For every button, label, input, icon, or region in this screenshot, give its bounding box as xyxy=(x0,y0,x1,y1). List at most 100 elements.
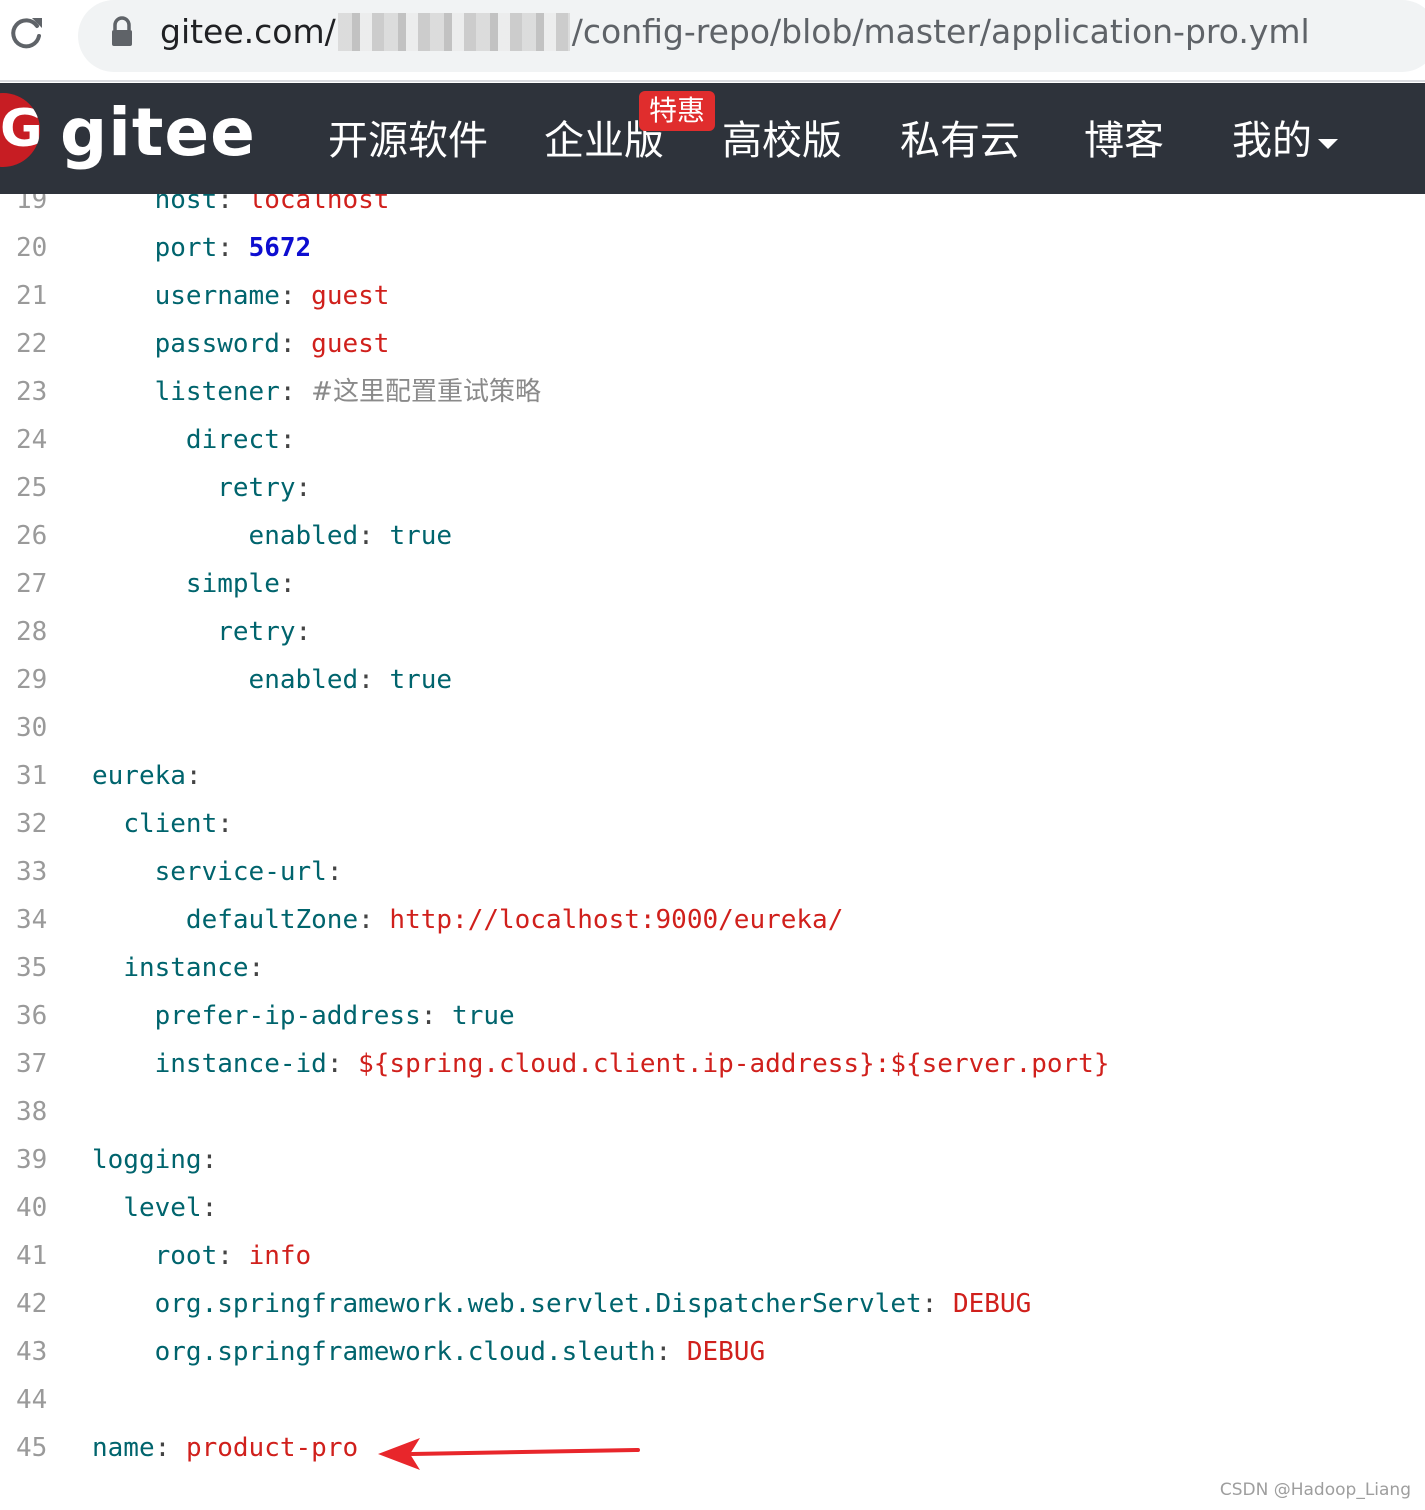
code-text: logging: xyxy=(92,1136,217,1184)
line-number[interactable]: 33 xyxy=(16,848,56,896)
line-number[interactable]: 42 xyxy=(16,1280,56,1328)
nav-item-open-source[interactable]: 开源软件 xyxy=(328,111,488,171)
yaml-key: name xyxy=(92,1433,155,1463)
yaml-key: root xyxy=(154,1241,218,1271)
line-number[interactable]: 27 xyxy=(16,560,56,608)
yaml-separator: : xyxy=(279,329,312,359)
nav-item-mine[interactable]: 我的 xyxy=(1232,111,1312,171)
code-text: level: xyxy=(92,1184,217,1232)
yaml-key: retry xyxy=(217,617,296,647)
url-text[interactable]: gitee.com/ /config-repo/blob/master/appl… xyxy=(160,8,1310,56)
code-text: eureka: xyxy=(92,752,202,800)
chevron-down-icon[interactable] xyxy=(1318,139,1338,149)
line-number[interactable]: 26 xyxy=(16,512,56,560)
yaml-separator: : xyxy=(326,1049,359,1079)
line-number[interactable]: 21 xyxy=(16,272,56,320)
yaml-separator: : xyxy=(358,905,390,935)
line-number[interactable]: 19 xyxy=(16,194,56,224)
code-line: 19 host: localhost xyxy=(0,194,1425,224)
line-number[interactable]: 44 xyxy=(16,1376,56,1424)
line-number[interactable]: 34 xyxy=(16,896,56,944)
code-line: 33 service-url: xyxy=(0,848,1425,896)
yaml-key: prefer-ip-address xyxy=(154,1001,421,1031)
line-number[interactable]: 40 xyxy=(16,1184,56,1232)
code-line: 38 xyxy=(0,1088,1425,1136)
gitee-logo-icon[interactable]: G xyxy=(0,93,40,167)
yaml-key: host xyxy=(154,194,218,215)
line-number[interactable]: 25 xyxy=(16,464,56,512)
yaml-key: retry xyxy=(217,473,296,503)
yaml-value: localhost xyxy=(248,194,390,215)
code-text: retry: xyxy=(92,608,311,656)
line-number[interactable]: 28 xyxy=(16,608,56,656)
line-number[interactable]: 24 xyxy=(16,416,56,464)
code-text: root: info xyxy=(92,1232,312,1280)
line-number[interactable]: 30 xyxy=(16,704,56,752)
nav-item-blog[interactable]: 博客 xyxy=(1084,111,1164,171)
code-viewer: 19 host: localhost 20 port: 5672 21 userna… xyxy=(0,194,1425,1510)
yaml-value: product-pro xyxy=(185,1433,359,1463)
yaml-value: true xyxy=(452,1001,515,1031)
gitee-logo-text[interactable]: gitee xyxy=(60,93,256,173)
yaml-key: instance xyxy=(123,953,249,983)
line-number[interactable]: 41 xyxy=(16,1232,56,1280)
line-number[interactable]: 43 xyxy=(16,1328,56,1376)
line-number[interactable]: 22 xyxy=(16,320,56,368)
line-number[interactable]: 31 xyxy=(16,752,56,800)
nav-item-education[interactable]: 高校版 xyxy=(722,111,842,171)
nav-item-private-cloud[interactable]: 私有云 xyxy=(900,111,1020,171)
line-number[interactable]: 45 xyxy=(16,1424,56,1472)
code-line: 29 enabled: true xyxy=(0,656,1425,704)
code-text: prefer-ip-address: true xyxy=(92,992,515,1040)
url-host: gitee.com/ xyxy=(160,12,336,51)
yaml-separator: : xyxy=(279,377,312,407)
line-number[interactable]: 32 xyxy=(16,800,56,848)
yaml-key: simple xyxy=(185,569,280,599)
yaml-key: enabled xyxy=(248,665,359,695)
reload-icon[interactable] xyxy=(6,12,46,52)
code-text: enabled: true xyxy=(92,656,453,704)
line-number[interactable]: 23 xyxy=(16,368,56,416)
code-text: direct: xyxy=(92,416,296,464)
yaml-key: enabled xyxy=(248,521,359,551)
code-line: 24 direct: xyxy=(0,416,1425,464)
code-line: 43 org.springframework.cloud.sleuth: DEB… xyxy=(0,1328,1425,1376)
line-number[interactable]: 39 xyxy=(16,1136,56,1184)
line-number[interactable]: 36 xyxy=(16,992,56,1040)
code-line: 41 root: info xyxy=(0,1232,1425,1280)
line-number[interactable]: 20 xyxy=(16,224,56,272)
yaml-key: org.springframework.web.servlet.Dispatch… xyxy=(154,1289,922,1319)
yaml-separator: : xyxy=(921,1289,953,1319)
yaml-separator: : xyxy=(217,1241,249,1271)
yaml-value: DEBUG xyxy=(686,1337,766,1367)
line-number[interactable]: 37 xyxy=(16,1040,56,1088)
code-text: instance-id: ${spring.cloud.client.ip-ad… xyxy=(92,1040,1110,1088)
code-line: 36 prefer-ip-address: true xyxy=(0,992,1425,1040)
line-number[interactable]: 35 xyxy=(16,944,56,992)
yaml-separator: : xyxy=(358,665,390,695)
gitee-navbar: G gitee 开源软件 企业版 特惠 高校版 私有云 博客 我的 xyxy=(0,83,1425,194)
code-line: 20 port: 5672 xyxy=(0,224,1425,272)
code-text: org.springframework.cloud.sleuth: DEBUG xyxy=(92,1328,766,1376)
line-number[interactable]: 29 xyxy=(16,656,56,704)
code-text: retry: xyxy=(92,464,311,512)
code-text: defaultZone: http://localhost:9000/eurek… xyxy=(92,896,843,944)
line-number[interactable]: 38 xyxy=(16,1088,56,1136)
code-text: username: guest xyxy=(92,272,390,320)
yaml-separator: : xyxy=(217,233,249,263)
yaml-separator: : xyxy=(295,617,312,647)
yaml-separator: : xyxy=(201,1193,218,1223)
code-text: service-url: xyxy=(92,848,343,896)
code-line: 32 client: xyxy=(0,800,1425,848)
